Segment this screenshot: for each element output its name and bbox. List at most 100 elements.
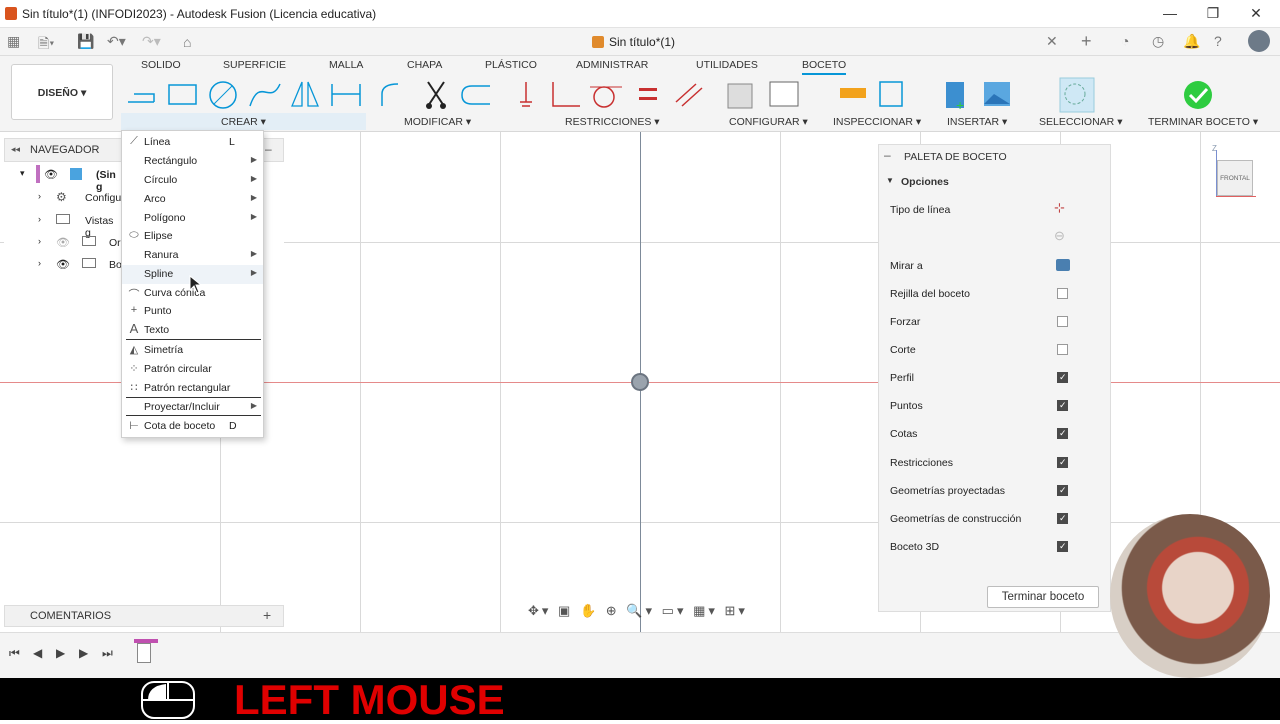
menu-item-linea[interactable]: ⟋ Línea L [122, 133, 263, 152]
timeline-marker[interactable] [134, 639, 158, 643]
menu-item-simetria[interactable]: ◭ Simetría [122, 341, 263, 360]
group-crear[interactable]: CREAR ▾ [221, 116, 266, 128]
clock-icon[interactable]: ◷ [1152, 33, 1164, 50]
nav-config-label: Configu [85, 192, 122, 204]
origin-point[interactable] [631, 373, 649, 391]
last-step-icon[interactable]: ⏭ [102, 646, 113, 661]
tab-superficie[interactable]: SUPERFICIE [223, 59, 286, 71]
checkbox-points[interactable] [1057, 400, 1068, 411]
expand-icon[interactable]: › [38, 258, 41, 268]
document-icon [592, 36, 604, 48]
menu-item-circulo[interactable]: Círculo ▶ [122, 171, 263, 190]
text-icon: A [129, 321, 139, 336]
zoom-icon[interactable]: ⊕ [606, 603, 620, 618]
section-expand-icon[interactable]: ▼ [886, 176, 894, 185]
group-terminar-boceto[interactable]: TERMINAR BOCETO ▾ [1148, 116, 1258, 128]
menu-item-poligono[interactable]: Polígono ▶ [122, 209, 263, 228]
tab-solido[interactable]: SOLIDO [141, 59, 181, 71]
workspace-switcher[interactable]: DISEÑO ▾ [11, 64, 113, 120]
job-status-icon[interactable]: ◔ [1121, 33, 1129, 49]
new-tab-icon[interactable]: + [1081, 31, 1092, 52]
pan-icon[interactable]: ✋ [580, 603, 599, 618]
menu-item-label: Texto [144, 324, 170, 336]
palette-title: PALETA DE BOCETO [904, 151, 1007, 163]
group-inspeccionar[interactable]: INSPECCIONAR ▾ [833, 116, 921, 128]
previous-step-icon[interactable]: ◀ [33, 646, 42, 660]
menu-item-label: Rectángulo [144, 155, 198, 167]
grid-menu-icon[interactable]: ▦ [7, 33, 20, 50]
menu-item-punto[interactable]: + Punto [122, 302, 263, 321]
expand-icon[interactable]: › [38, 214, 41, 224]
checkbox-sketch-grid[interactable] [1057, 288, 1068, 299]
notifications-icon[interactable]: 🔔 [1183, 33, 1200, 50]
menu-item-cota-de-boceto[interactable]: ⊢ Cota de boceto D [122, 417, 263, 436]
expand-icon[interactable]: › [38, 191, 41, 201]
checkbox-slice[interactable] [1057, 344, 1068, 355]
checkbox-constraints[interactable] [1057, 457, 1068, 468]
minimize-button[interactable]: — [1159, 4, 1181, 22]
expand-icon[interactable]: ▾ [20, 168, 25, 179]
group-insertar[interactable]: INSERTAR ▾ [947, 116, 1007, 128]
checkbox-3d-sketch[interactable] [1057, 541, 1068, 552]
menu-item-texto[interactable]: A Texto [122, 321, 263, 340]
first-step-icon[interactable]: ⏮ [9, 646, 20, 661]
construction-line-icon[interactable]: ⊹ [1054, 200, 1065, 216]
visibility-icon[interactable]: 👁 [44, 168, 58, 181]
home-icon[interactable]: ⌂ [183, 34, 191, 50]
menu-item-patron-rectangular[interactable]: ∷ Patrón rectangular [122, 379, 263, 398]
grid-settings-icon[interactable]: ▦▾ [693, 603, 718, 618]
trim-tool-icon [426, 81, 446, 109]
navigator-minimize-icon[interactable]: – [265, 142, 272, 156]
group-modificar[interactable]: MODIFICAR ▾ [404, 116, 471, 128]
tab-plastico[interactable]: PLÁSTICO [485, 59, 537, 71]
group-configurar[interactable]: CONFIGURAR ▾ [729, 116, 808, 128]
add-comment-icon[interactable]: + [263, 607, 271, 623]
menu-item-ranura[interactable]: Ranura ▶ [122, 246, 263, 265]
viewcube[interactable]: FRONTAL [1217, 160, 1253, 196]
play-icon[interactable]: ▶ [56, 646, 65, 660]
group-seleccionar[interactable]: SELECCIONAR ▾ [1039, 116, 1122, 128]
tab-chapa[interactable]: CHAPA [407, 59, 442, 71]
menu-item-rectangulo[interactable]: Rectángulo ▶ [122, 152, 263, 171]
tab-utilidades[interactable]: UTILIDADES [696, 59, 758, 71]
help-icon[interactable]: ? [1214, 33, 1222, 49]
hidden-icon[interactable]: 👁 [56, 236, 70, 249]
palette-collapse-icon[interactable]: – [884, 148, 891, 162]
look-at-icon[interactable] [1056, 259, 1070, 271]
checkbox-profile[interactable] [1057, 372, 1068, 383]
menu-item-patron-circular[interactable]: ⁘ Patrón circular [122, 360, 263, 379]
display-settings-icon[interactable]: ▭▾ [662, 603, 687, 618]
tab-boceto[interactable]: BOCETO [802, 59, 847, 75]
group-crear-label: CREAR [221, 116, 258, 128]
document-tab[interactable]: Sin título*(1) [609, 35, 675, 49]
group-configurar-label: CONFIGURAR [729, 116, 800, 128]
close-tab-icon[interactable]: ✕ [1046, 33, 1058, 50]
redo-icon[interactable]: ↷▾ [142, 33, 161, 50]
checkbox-snap[interactable] [1057, 316, 1068, 327]
checkbox-dimensions[interactable] [1057, 428, 1068, 439]
timeline-sketch-feature[interactable] [137, 643, 151, 663]
checkbox-construction-geometry[interactable] [1057, 513, 1068, 524]
group-restricciones[interactable]: RESTRICCIONES ▾ [565, 116, 660, 128]
viewports-icon[interactable]: ⊞▾ [725, 603, 748, 618]
restore-button[interactable]: ❐ [1202, 4, 1224, 22]
visibility-icon[interactable]: 👁 [56, 258, 70, 271]
avatar[interactable] [1248, 30, 1270, 52]
close-window-button[interactable]: ✕ [1245, 4, 1267, 22]
expand-icon[interactable]: › [38, 236, 41, 246]
undo-icon[interactable]: ↶▾ [107, 33, 126, 50]
menu-item-arco[interactable]: Arco ▶ [122, 190, 263, 209]
collapse-icon[interactable]: ◂◂ [11, 144, 20, 155]
orbit-icon[interactable]: ✥▾ [528, 603, 551, 618]
finish-sketch-button[interactable]: Terminar boceto [987, 586, 1099, 608]
fit-icon[interactable]: 🔍▾ [626, 603, 655, 618]
tab-administrar[interactable]: ADMINISTRAR [576, 59, 648, 71]
save-icon[interactable]: 💾 [77, 33, 94, 50]
centerline-icon[interactable]: ⊖ [1054, 228, 1065, 244]
look-at-icon[interactable]: ▣ [558, 603, 573, 618]
next-step-icon[interactable]: ▶ [79, 646, 88, 660]
checkbox-projected-geometry[interactable] [1057, 485, 1068, 496]
tab-malla[interactable]: MALLA [329, 59, 363, 71]
menu-item-elipse[interactable]: ⬭ Elipse [122, 227, 263, 246]
file-menu-icon[interactable]: 🗎▾ [38, 33, 54, 57]
